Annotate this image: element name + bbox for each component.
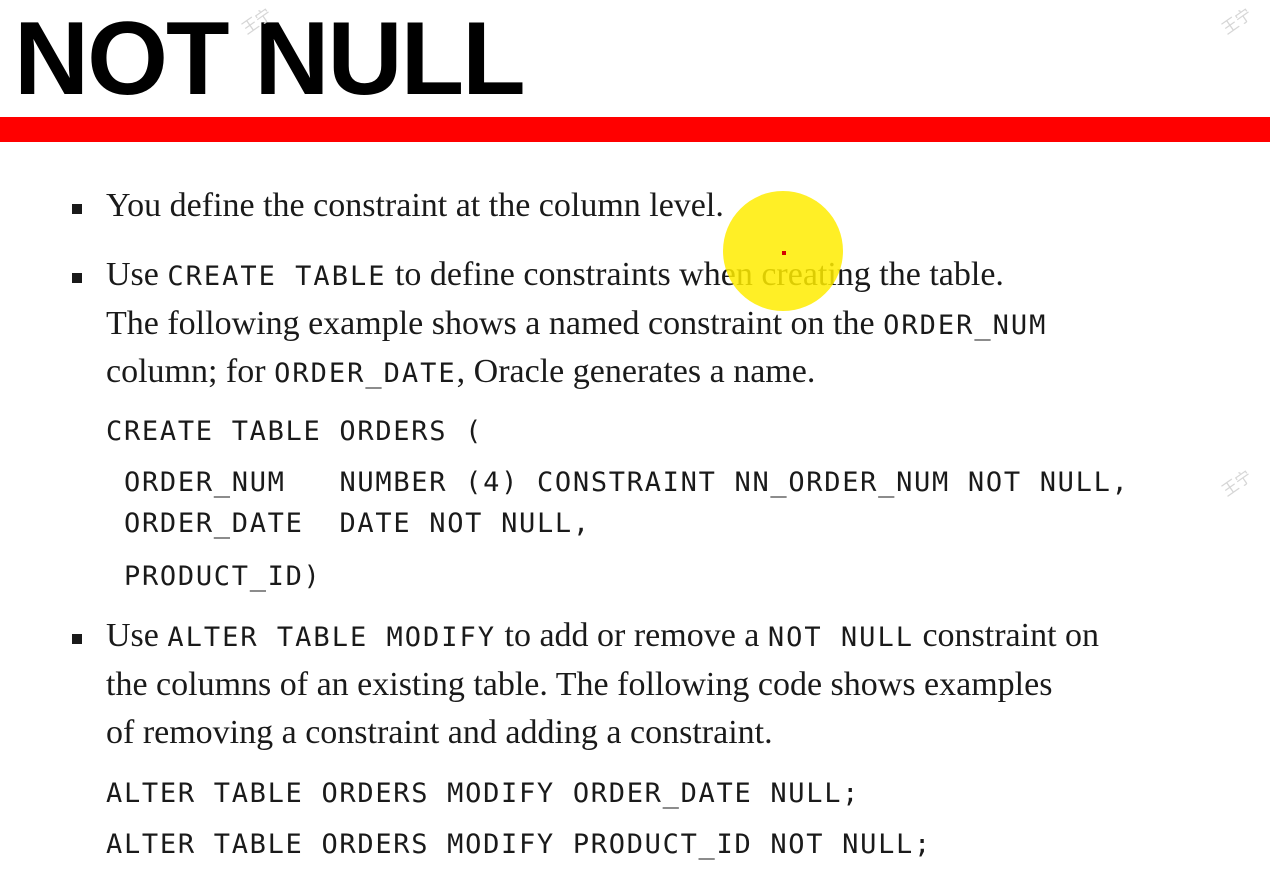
bullet-3-line-1: Use ALTER TABLE MODIFY to add or remove …: [106, 612, 1099, 661]
bullet-marker: [72, 204, 82, 214]
bullet-marker: [72, 273, 82, 283]
title-rule: [0, 117, 1270, 142]
bullet-3-text: to add or remove a: [496, 617, 768, 654]
bullet-2-text: to define constraints when creating the …: [386, 256, 1004, 293]
inline-code: ORDER_NUM: [883, 310, 1048, 341]
bullet-3-text: constraint on: [913, 617, 1100, 654]
bullet-3-text: the columns of an existing table. The fo…: [106, 666, 1053, 703]
bullet-3-text: Use: [106, 617, 168, 654]
bullet-2-line-2: The following example shows a named cons…: [106, 300, 1047, 349]
inline-code: ORDER_DATE: [274, 358, 457, 389]
bullet-2-text: The following example shows a named cons…: [106, 305, 884, 342]
bullet-2-text: Use: [106, 256, 168, 293]
bullet-1-text: You define the constraint at the column …: [106, 182, 724, 229]
watermark: 王宁: [1218, 466, 1256, 501]
code-line: ORDER_DATE DATE NOT NULL,: [124, 508, 591, 539]
code-line: ORDER_NUM NUMBER (4) CONSTRAINT NN_ORDER…: [124, 467, 1130, 498]
inline-code: ALTER TABLE MODIFY: [167, 622, 496, 653]
inline-code: CREATE TABLE: [167, 261, 387, 292]
bullet-2-text: , Oracle generates a name.: [456, 353, 816, 390]
bullet-3-line-3: of removing a constraint and adding a co…: [106, 709, 773, 756]
bullet-2-line-3: column; for ORDER_DATE, Oracle generates…: [106, 348, 815, 397]
inline-code: NOT NULL: [767, 622, 914, 653]
bullet-2-text: column; for: [106, 353, 275, 390]
code-line: CREATE TABLE ORDERS (: [106, 416, 484, 447]
code-line: PRODUCT_ID): [124, 561, 322, 592]
pointer-cursor: [782, 251, 786, 255]
bullet-3-line-2: the columns of an existing table. The fo…: [106, 661, 1052, 708]
code-line: ALTER TABLE ORDERS MODIFY PRODUCT_ID NOT…: [106, 829, 932, 860]
watermark: 王宁: [1218, 4, 1256, 39]
bullet-marker: [72, 634, 82, 644]
bullet-2-line-1: Use CREATE TABLE to define constraints w…: [106, 251, 1004, 300]
bullet-1-line: You define the constraint at the column …: [106, 187, 724, 224]
bullet-3-text: of removing a constraint and adding a co…: [106, 714, 773, 751]
code-line: ALTER TABLE ORDERS MODIFY ORDER_DATE NUL…: [106, 778, 861, 809]
